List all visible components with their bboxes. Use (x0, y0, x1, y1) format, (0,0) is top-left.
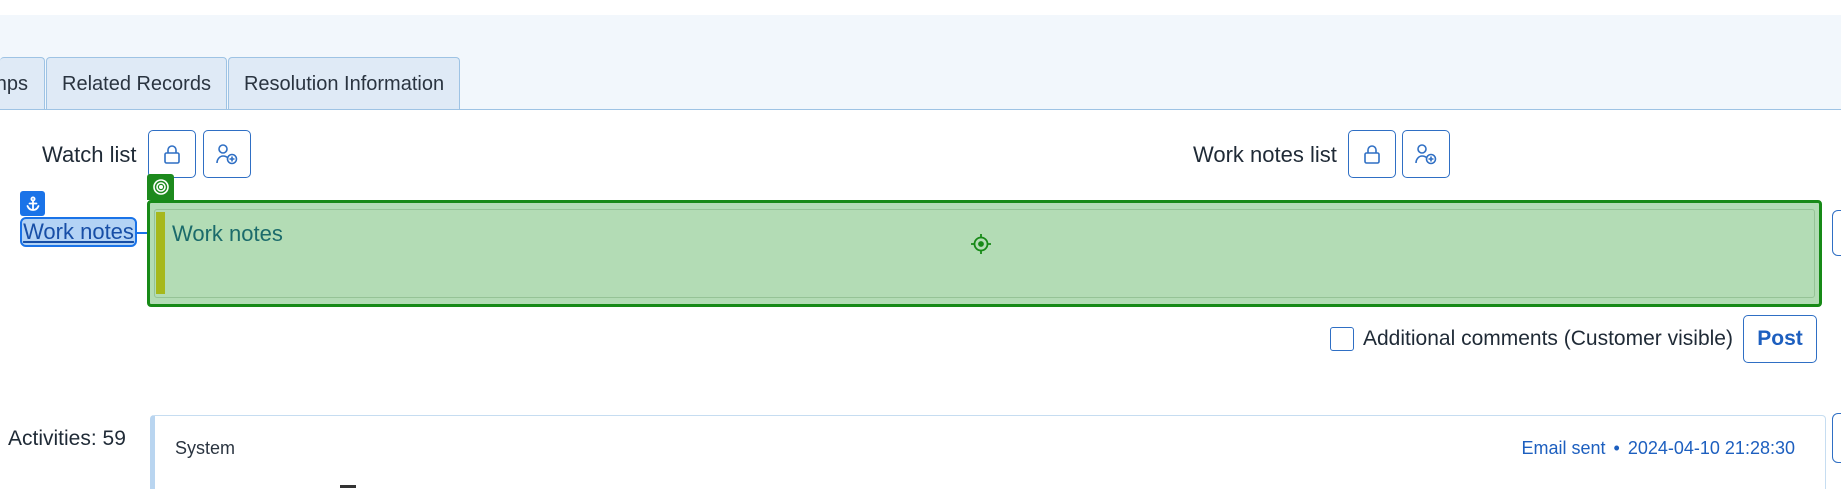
tab-resolution-information[interactable]: Resolution Information (227, 57, 461, 110)
tab-label: nps (0, 72, 28, 95)
lock-icon (164, 145, 180, 164)
work-notes-list-add-user-button[interactable] (1402, 130, 1450, 178)
crosshair-icon (971, 234, 991, 254)
work-notes-placeholder: Work notes (172, 221, 283, 246)
activity-type[interactable]: Email sent (1521, 438, 1605, 458)
activity-content-stub (340, 485, 356, 488)
side-action-button[interactable] (1832, 413, 1841, 463)
work-notes-list-lock-button[interactable] (1348, 130, 1396, 178)
anchor-icon (26, 195, 39, 211)
activity-meta: Email sent • 2024-04-10 21:28:30 (1521, 438, 1795, 459)
activity-timestamp: 2024-04-10 21:28:30 (1627, 438, 1795, 458)
work-notes-textarea[interactable]: Work notes (147, 200, 1822, 307)
tab-divider (0, 109, 1841, 110)
tab-label: Resolution Information (243, 72, 445, 95)
tab-partial[interactable]: nps (0, 57, 45, 110)
tab-strip: nps Related Records Resolution Informati… (0, 57, 461, 110)
anchor-badge (20, 191, 45, 216)
work-notes-label[interactable]: Work notes (20, 217, 137, 247)
target-icon (152, 179, 169, 195)
target-badge (147, 174, 174, 200)
tab-label: Related Records (62, 72, 211, 95)
watch-list-lock-button[interactable] (148, 130, 196, 178)
side-action-button[interactable] (1832, 210, 1841, 256)
additional-comments-checkbox[interactable] (1330, 327, 1354, 351)
activity-entry: System Email sent • 2024-04-10 21:28:30 (150, 415, 1826, 489)
activities-count: Activities: 59 (8, 427, 126, 450)
watch-list-label: Watch list (42, 142, 137, 167)
add-user-icon (1415, 144, 1437, 165)
tab-related-records[interactable]: Related Records (46, 57, 227, 110)
additional-comments-label: Additional comments (Customer visible) (1363, 327, 1733, 350)
activity-separator: • (1613, 438, 1620, 458)
lock-icon (1364, 145, 1380, 164)
post-button[interactable]: Post (1743, 315, 1817, 363)
watch-list-add-user-button[interactable] (203, 130, 251, 178)
activity-author: System (175, 438, 236, 458)
work-notes-list-label: Work notes list (1193, 142, 1337, 167)
add-user-icon (216, 144, 238, 165)
mandatory-indicator-bar (156, 212, 165, 294)
